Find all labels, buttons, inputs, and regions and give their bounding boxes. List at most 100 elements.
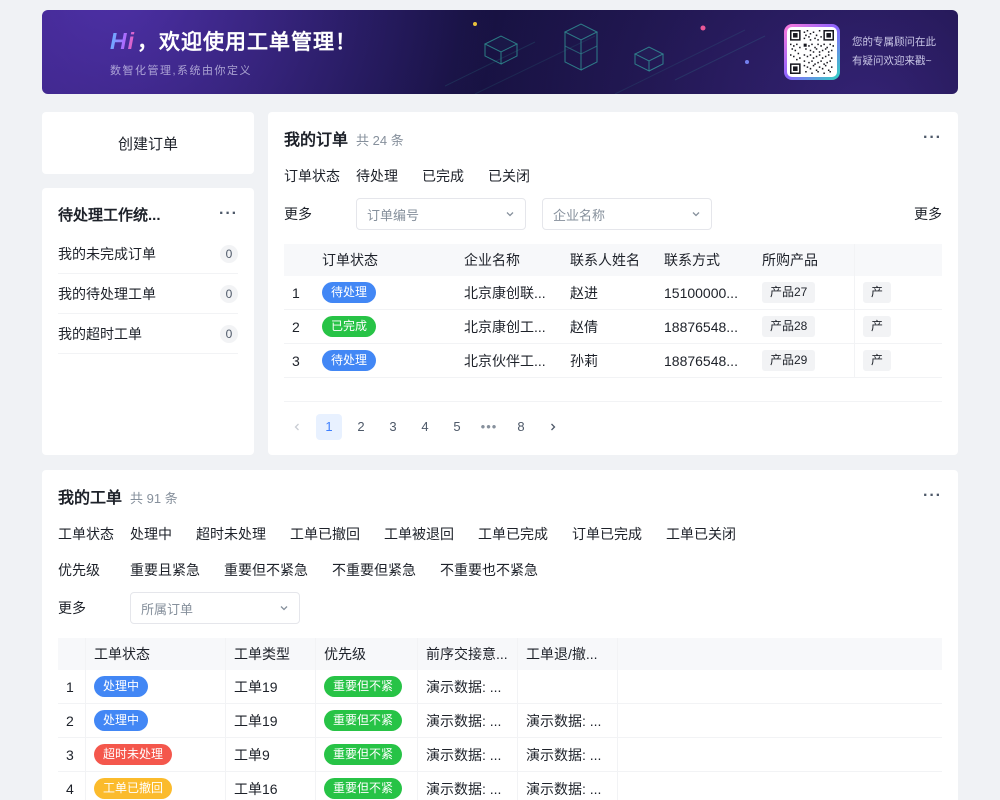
cell-priority: 重要但不紧 — [316, 738, 418, 771]
product-tag: 产 — [863, 316, 891, 337]
page: Hi，欢迎使用工单管理！ 数智化管理,系统由你定义 — [0, 0, 1000, 800]
cell-index: 3 — [284, 344, 314, 377]
cell-contact: 赵倩 — [562, 310, 656, 343]
cell-contact: 孙莉 — [562, 344, 656, 377]
cell-index: 1 — [58, 670, 86, 703]
chevron-down-icon — [691, 209, 701, 219]
page-button-4[interactable]: 4 — [412, 414, 438, 440]
create-order-button[interactable]: 创建订单 — [42, 112, 254, 174]
stat-item-pending-workorders[interactable]: 我的待处理工单 0 — [58, 274, 238, 314]
filter-option-processing[interactable]: 处理中 — [130, 524, 172, 544]
filter-option-withdrawn[interactable]: 工单已撤回 — [290, 524, 360, 544]
workorder-row[interactable]: 3 超时未处理 工单9 重要但不紧 演示数据: ... 演示数据: ... — [58, 738, 942, 772]
workorder-row[interactable]: 4 工单已撤回 工单16 重要但不紧 演示数据: ... 演示数据: ... — [58, 772, 942, 800]
cell-phone: 15100000... — [656, 276, 754, 309]
filter-option-order-completed[interactable]: 订单已完成 — [572, 524, 642, 544]
qr-caption-line1: 您的专属顾问在此 — [852, 33, 936, 52]
stats-card-title: 待处理工作统... — [58, 204, 161, 225]
order-row[interactable]: 2 已完成 北京康创工... 赵倩 18876548... 产品28 产 — [284, 310, 942, 344]
banner-subtitle: 数智化管理,系统由你定义 — [110, 62, 357, 78]
stat-label: 我的待处理工单 — [58, 284, 156, 304]
stats-more-icon[interactable]: ··· — [219, 206, 238, 222]
cell-company: 北京康创工... — [456, 310, 562, 343]
parent-order-select[interactable]: 所属订单 — [130, 592, 300, 624]
col-order-status: 订单状态 — [314, 244, 456, 276]
order-no-placeholder: 订单编号 — [367, 205, 419, 224]
pending-work-stats-card: 待处理工作统... ··· 我的未完成订单 0 我的待处理工单 0 我的超时工单… — [42, 188, 254, 455]
cell-spacer — [618, 704, 942, 737]
status-badge: 工单已撤回 — [94, 778, 172, 799]
filter-option-completed[interactable]: 已完成 — [422, 166, 464, 186]
next-page-button[interactable] — [540, 414, 566, 440]
stat-label: 我的未完成订单 — [58, 244, 156, 264]
orders-panel-header: 我的订单 共 24 条 ··· — [284, 126, 942, 150]
workorders-count: 共 91 条 — [130, 488, 178, 507]
page-button-2[interactable]: 2 — [348, 414, 374, 440]
filter-option-not-important-urgent[interactable]: 不重要但紧急 — [332, 560, 416, 580]
chevron-left-icon — [292, 422, 302, 432]
workorder-row[interactable]: 1 处理中 工单19 重要但不紧 演示数据: ... — [58, 670, 942, 704]
stat-item-overtime-workorders[interactable]: 我的超时工单 0 — [58, 314, 238, 354]
company-name-placeholder: 企业名称 — [553, 205, 605, 224]
order-no-select[interactable]: 订单编号 — [356, 198, 526, 230]
company-name-select[interactable]: 企业名称 — [542, 198, 712, 230]
cell-type: 工单16 — [226, 772, 316, 800]
cell-spacer — [618, 772, 942, 800]
banner-isometric-art — [445, 10, 775, 94]
stats-card-header: 待处理工作统... ··· — [58, 202, 238, 226]
filter-option-closed[interactable]: 已关闭 — [488, 166, 530, 186]
page-button-5[interactable]: 5 — [444, 414, 470, 440]
workorders-panel-header: 我的工单 共 91 条 ··· — [58, 484, 942, 508]
stats-list: 我的未完成订单 0 我的待处理工单 0 我的超时工单 0 — [58, 234, 238, 354]
product-tag: 产 — [863, 282, 891, 303]
filter-option-important-urgent[interactable]: 重要且紧急 — [130, 560, 200, 580]
chevron-down-icon — [505, 209, 515, 219]
cell-product-extra: 产 — [854, 276, 942, 309]
filter-option-returned[interactable]: 工单被退回 — [384, 524, 454, 544]
left-column: 创建订单 待处理工作统... ··· 我的未完成订单 0 我的待处理工单 0 — [42, 112, 254, 455]
cell-priority: 重要但不紧 — [316, 704, 418, 737]
order-row[interactable]: 3 待处理 北京伙伴工... 孙莉 18876548... 产品29 产 — [284, 344, 942, 378]
cell-spacer — [618, 670, 942, 703]
filter-option-wo-closed[interactable]: 工单已关闭 — [666, 524, 736, 544]
pagination: 1 2 3 4 5 ••• 8 — [284, 414, 942, 440]
cell-type: 工单19 — [226, 670, 316, 703]
cell-handover: 演示数据: ... — [418, 772, 518, 800]
banner-text-block: Hi，欢迎使用工单管理！ 数智化管理,系统由你定义 — [42, 26, 357, 78]
col-handover-note: 前序交接意... — [418, 638, 518, 670]
create-order-label: 创建订单 — [118, 133, 178, 154]
cell-phone: 18876548... — [656, 310, 754, 343]
workorders-table: 工单状态 工单类型 优先级 前序交接意... 工单退/撤... 1 处理中 工单… — [58, 638, 942, 800]
workorders-more-filter-row: 更多 所属订单 — [58, 592, 942, 624]
orders-more-icon[interactable]: ··· — [923, 130, 942, 146]
filter-option-not-important-not-urgent[interactable]: 不重要也不紧急 — [440, 560, 538, 580]
filter-option-important-not-urgent[interactable]: 重要但不紧急 — [224, 560, 308, 580]
workorders-panel-title: 我的工单 — [58, 484, 122, 508]
page-ellipsis[interactable]: ••• — [476, 414, 502, 440]
status-badge: 处理中 — [94, 676, 148, 697]
qr-pattern-icon — [790, 30, 834, 74]
cell-priority: 重要但不紧 — [316, 772, 418, 800]
status-badge: 待处理 — [322, 282, 376, 303]
page-button-1[interactable]: 1 — [316, 414, 342, 440]
page-button-8[interactable]: 8 — [508, 414, 534, 440]
filter-option-overtime[interactable]: 超时未处理 — [196, 524, 266, 544]
col-spacer — [618, 638, 942, 670]
page-button-3[interactable]: 3 — [380, 414, 406, 440]
workorders-more-icon[interactable]: ··· — [923, 488, 942, 504]
col-workorder-status: 工单状态 — [86, 638, 226, 670]
order-row[interactable]: 1 待处理 北京康创联... 赵进 15100000... 产品27 产 — [284, 276, 942, 310]
workorder-row[interactable]: 2 处理中 工单19 重要但不紧 演示数据: ... 演示数据: ... — [58, 704, 942, 738]
status-badge: 处理中 — [94, 710, 148, 731]
filter-option-pending[interactable]: 待处理 — [356, 166, 398, 186]
cell-handover: 演示数据: ... — [418, 704, 518, 737]
cell-index: 4 — [58, 772, 86, 800]
prev-page-button[interactable] — [284, 414, 310, 440]
stat-item-unfinished-orders[interactable]: 我的未完成订单 0 — [58, 234, 238, 274]
filter-option-wo-completed[interactable]: 工单已完成 — [478, 524, 548, 544]
orders-more-link[interactable]: 更多 — [914, 204, 942, 224]
cell-status: 待处理 — [314, 276, 456, 309]
cell-company: 北京康创联... — [456, 276, 562, 309]
product-tag: 产品27 — [762, 282, 815, 303]
col-return-note: 工单退/撤... — [518, 638, 618, 670]
